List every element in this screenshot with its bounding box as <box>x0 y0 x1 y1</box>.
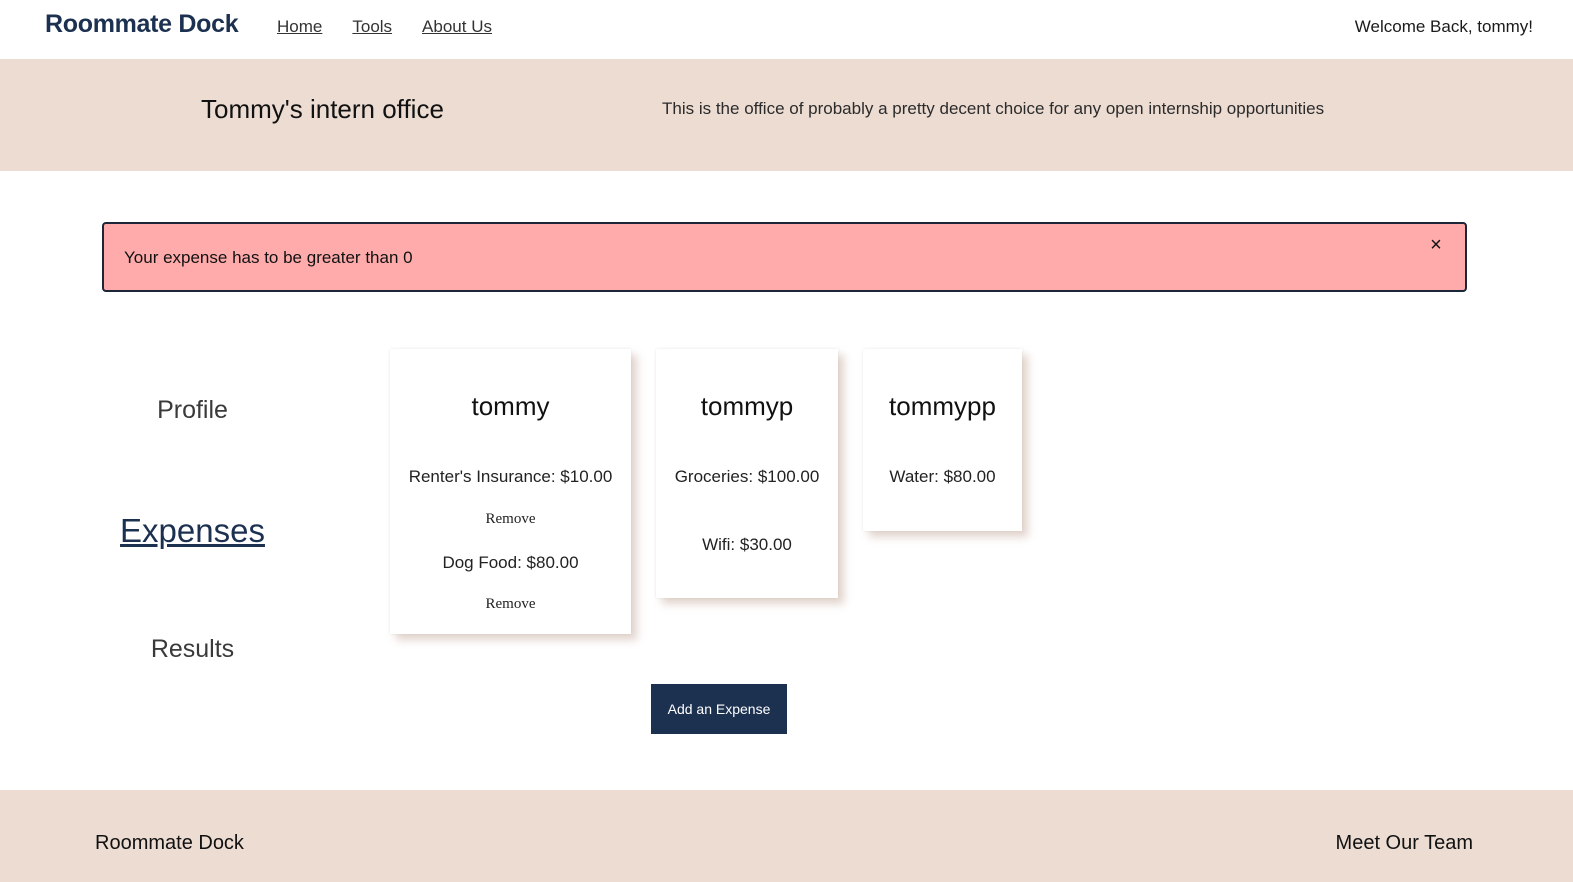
side-item-profile[interactable]: Profile <box>0 396 385 425</box>
expense-item: Groceries: $100.00 <box>674 467 820 486</box>
side-item-expenses[interactable]: Expenses <box>0 512 385 550</box>
close-icon[interactable]: × <box>1425 235 1447 257</box>
welcome-message: Welcome Back, tommy! <box>1354 17 1533 36</box>
meet-our-team-link[interactable]: Meet Our Team <box>1336 832 1473 855</box>
office-header: Tommy's intern office This is the office… <box>0 59 1573 171</box>
brand-logo[interactable]: Roommate Dock <box>45 10 239 39</box>
footer: Roommate Dock Meet Our Team <box>0 790 1573 882</box>
roommate-card-tommyp: tommyp Groceries: $100.00 Wifi: $30.00 <box>656 349 838 598</box>
footer-brand: Roommate Dock <box>95 832 244 854</box>
expense-item: Wifi: $30.00 <box>702 535 792 554</box>
roommate-name: tommypp <box>889 391 996 421</box>
nav-link-home[interactable]: Home <box>277 17 322 37</box>
add-expense-button[interactable]: Add an Expense <box>651 684 787 734</box>
remove-expense-button[interactable]: Remove <box>390 511 631 528</box>
office-description: This is the office of probably a pretty … <box>662 99 1325 118</box>
expense-item: Dog Food: $80.00 <box>442 553 579 572</box>
expense-item: Water: $80.00 <box>889 467 996 486</box>
alert-message: Your expense has to be greater than 0 <box>124 248 413 267</box>
roommate-name: tommyp <box>700 391 794 421</box>
office-title: Tommy's intern office <box>201 94 444 124</box>
roommate-card-tommypp: tommypp Water: $80.00 <box>863 349 1022 531</box>
error-alert: Your expense has to be greater than 0 × <box>102 222 1467 292</box>
nav-link-tools[interactable]: Tools <box>352 17 392 37</box>
side-item-results[interactable]: Results <box>0 635 385 664</box>
roommate-name: tommy <box>471 391 550 421</box>
nav-links: Home Tools About Us <box>277 17 492 37</box>
nav-link-about-us[interactable]: About Us <box>422 17 492 37</box>
roommate-card-tommy: tommy Renter's Insurance: $10.00 Remove … <box>390 349 631 634</box>
expense-item: Renter's Insurance: $10.00 <box>408 467 613 486</box>
remove-expense-button[interactable]: Remove <box>390 596 631 613</box>
top-navbar: Roommate Dock Home Tools About Us Welcom… <box>0 0 1573 59</box>
